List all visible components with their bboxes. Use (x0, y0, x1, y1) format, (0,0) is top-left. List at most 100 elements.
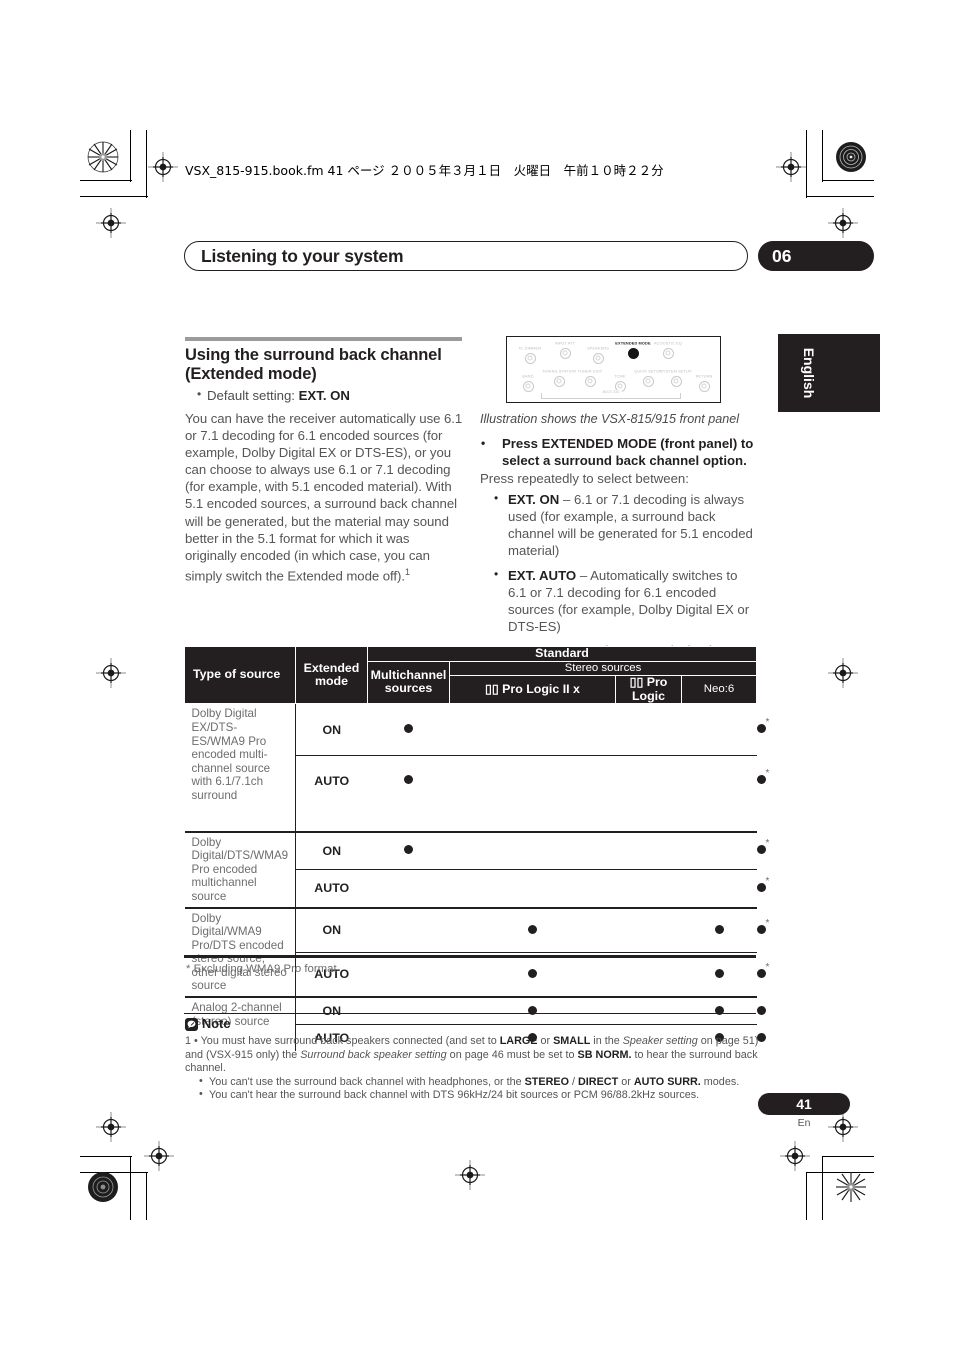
front-panel-button-return: RETURN (691, 374, 717, 392)
dolby-glyph-icon: ▯▯ (485, 681, 499, 696)
cell-multichannel (368, 704, 450, 755)
front-panel-button-label: INPUT ATT (554, 340, 576, 346)
dot-marker (714, 924, 724, 934)
cell-pro-logic (615, 754, 682, 806)
front-panel-button-label: BAND (522, 373, 534, 379)
row-mode: AUTO (295, 869, 368, 908)
front-panel-button-label: TONE (614, 373, 626, 379)
surround-mode-table: Type of source Extended mode Standard Ad… (184, 645, 816, 1052)
cell-pro-logic (615, 869, 682, 908)
knob-icon (524, 352, 536, 364)
note-large: LARGE (499, 1035, 538, 1047)
table-header: Type of source Extended mode Standard Ad… (184, 645, 816, 705)
row-source-label: Dolby Digital EX/DTS-ES/WMA9 Pro encoded… (184, 703, 296, 806)
spacer-cell (296, 806, 757, 832)
cell-pro-logic-iix (449, 996, 616, 1025)
row-source-label: Dolby Digital/DTS/WMA9 Pro encoded multi… (184, 830, 296, 908)
section-heading-line2: (Extended mode) (185, 365, 317, 383)
page-language-code: En (797, 1117, 811, 1129)
crosshair-header-left (144, 1141, 174, 1171)
cell-multichannel (367, 906, 450, 953)
crosshair-header-right (780, 1141, 810, 1171)
note-small: SMALL (553, 1035, 591, 1047)
cell-neo6 (681, 906, 757, 953)
option-term: EXT. ON (508, 492, 560, 508)
cell-pro-logic (615, 951, 682, 998)
registration-star-bottom-left (86, 1170, 120, 1204)
col-stereo-sources: Stereo sources (448, 660, 758, 677)
cell-pro-logic (615, 906, 682, 953)
crosshair-center-left (96, 658, 126, 688)
front-panel-button-quick-setup: QUICK SETUP (634, 369, 662, 387)
col-extended-mode: Extended mode (295, 645, 368, 705)
extended-mode-options-list: EXT. ON – 6.1 or 7.1 decoding is always … (480, 490, 758, 659)
note-label: Note (202, 1016, 231, 1031)
row-mode: ON (295, 996, 368, 1025)
note-body: 1 • You must have surround back speakers… (185, 1035, 759, 1103)
row-mode: ON (295, 906, 368, 953)
front-panel-button-extended-mode: EXTENDED MODE (615, 341, 651, 359)
table-row: Dolby Digital EX/DTS-ES/WMA9 Pro encoded… (184, 703, 769, 806)
page-number-badge: 41 (758, 1093, 850, 1115)
row-mode: ON (322, 722, 342, 737)
front-panel-button-label: EXTENDED MODE (615, 340, 651, 346)
page: VSX_815-915.book.fm 41 ページ ２００５年３月１日 火曜日… (0, 0, 954, 1351)
knob-icon (642, 375, 654, 387)
front-panel-button-acoustic-eq: ACOUSTIC EQ (654, 341, 682, 359)
knob-icon-highlighted (627, 347, 639, 359)
col-pro-logic: ▯▯ Pro Logic (615, 675, 682, 705)
cell-pro-logic-iix (450, 704, 616, 755)
front-panel-button-label: TUNER EDIT (577, 368, 603, 374)
col-type-of-source: Type of source (184, 645, 296, 705)
cell-neo6 (681, 754, 757, 806)
dot-marker-asterisk (756, 838, 769, 855)
dot-marker-asterisk (756, 918, 769, 934)
note-line-2-a: You can't use the surround back channel … (209, 1075, 525, 1088)
knob-icon (698, 380, 710, 392)
language-side-tab: English (778, 334, 880, 412)
footnote-marker: 1 (405, 566, 410, 577)
knob-icon (662, 347, 674, 359)
col-standard: Standard (366, 646, 758, 662)
multi-jog-brace: MULTI JOG (541, 390, 681, 399)
front-panel-button-tuner-edit: TUNER EDIT (577, 369, 603, 387)
language-label: English (801, 347, 817, 399)
knob-icon (522, 380, 534, 392)
cell-multichannel (367, 830, 450, 870)
note-speaker-setting: Speaker setting (622, 1035, 698, 1047)
table-bottom-rule (184, 955, 756, 959)
note-auto-surr: AUTO SURR. (633, 1075, 701, 1088)
note-line-1-b: or (537, 1035, 554, 1047)
dot-marker-asterisk (756, 768, 769, 785)
chapter-number: 06 (772, 245, 792, 266)
note-divider (184, 1013, 756, 1015)
section-body-text: You can have the receiver automatically … (185, 411, 463, 584)
default-setting-value: EXT. ON (298, 388, 350, 403)
registration-star-top-left (86, 140, 120, 174)
crosshair-footer-center (455, 1160, 485, 1190)
row-mode: AUTO (295, 754, 368, 806)
knob-icon (584, 375, 596, 387)
crosshair-center-right (828, 658, 858, 688)
front-panel-button-tuning-station: TUNING STATION (542, 369, 576, 387)
cell-multichannel (367, 951, 450, 998)
cell-pro-logic-iix (449, 906, 616, 953)
dot-marker-asterisk (756, 717, 769, 734)
note-direct: DIRECT (578, 1075, 619, 1088)
option-term: EXT. AUTO (508, 567, 577, 583)
crosshair-top-right (776, 152, 806, 182)
note-line-1: 1 • You must have surround back speakers… (185, 1035, 759, 1076)
cell-pro-logic-iix (449, 951, 616, 998)
section-heading-line1: Using the surround back channel (185, 346, 442, 364)
cell-pro-logic-iix (449, 869, 616, 908)
dot-marker-asterisk (756, 962, 769, 978)
dot-marker (714, 968, 724, 978)
note-line-3: You can't hear the surround back channel… (199, 1088, 759, 1103)
note-glyph-icon (187, 1020, 196, 1029)
knob-icon (553, 375, 565, 387)
default-setting-label: Default setting: (207, 388, 299, 403)
cell-pro-logic (616, 704, 682, 755)
list-item: EXT. AUTO – Automatically switches to 6.… (480, 566, 758, 635)
col-multichannel-sources: Multichannel sources (367, 660, 450, 705)
note-line-1-c: in the (590, 1035, 623, 1047)
